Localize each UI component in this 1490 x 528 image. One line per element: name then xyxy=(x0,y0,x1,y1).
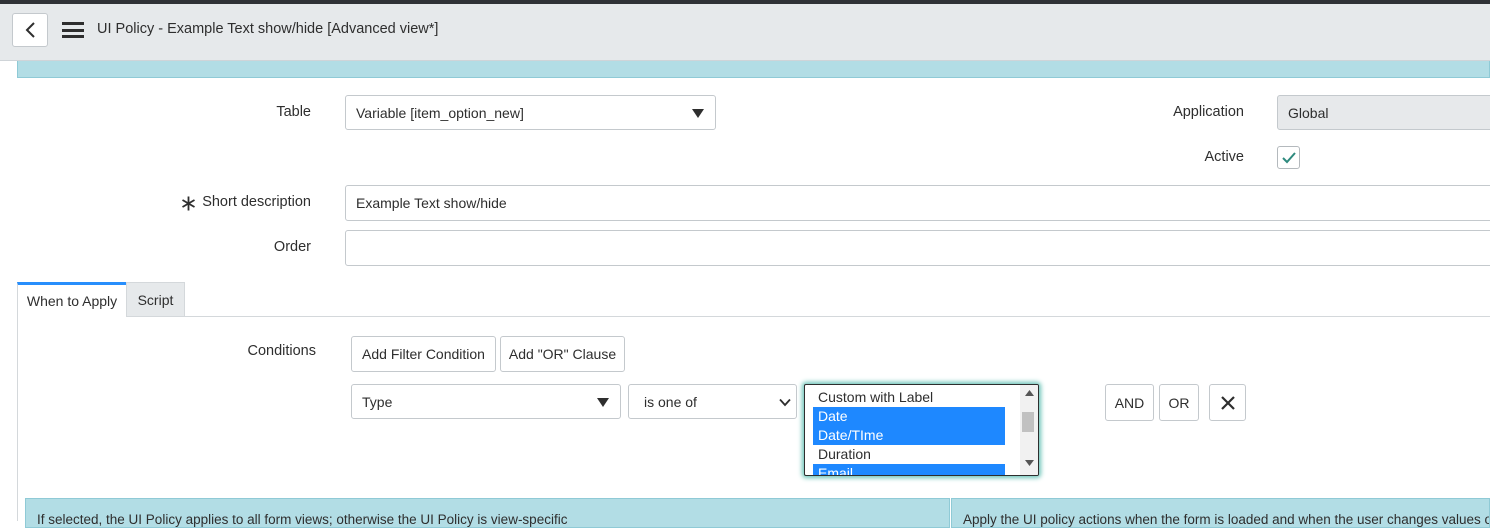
page-title: UI Policy - Example Text show/hide [Adva… xyxy=(97,21,438,37)
active-label: Active xyxy=(1204,149,1245,165)
close-icon xyxy=(1220,395,1235,410)
active-checkbox[interactable] xyxy=(1277,146,1300,169)
table-label: Table xyxy=(276,104,311,120)
and-button[interactable]: AND xyxy=(1105,384,1154,421)
short-description-value: Example Text show/hide xyxy=(356,195,507,211)
condition-operator-select[interactable]: is one of xyxy=(628,384,797,419)
conditions-label: Conditions xyxy=(247,343,316,359)
tab-script[interactable]: Script xyxy=(126,282,185,317)
record-title: UI Policy - Example Text show/hide xyxy=(97,21,324,37)
list-option[interactable]: Custom with Label xyxy=(813,388,1005,407)
form-header: UI Policy - Example Text show/hide [Adva… xyxy=(0,4,1490,61)
list-option[interactable]: Duration xyxy=(813,445,1005,464)
list-option[interactable]: Date xyxy=(813,407,1005,426)
add-or-clause-button[interactable]: Add "OR" Clause xyxy=(500,336,625,372)
delete-condition-button[interactable] xyxy=(1209,384,1246,421)
chevron-down-icon xyxy=(779,398,791,407)
tab-when-to-apply[interactable]: When to Apply xyxy=(17,282,127,317)
on-load-info-box: Apply the UI policy actions when the for… xyxy=(951,498,1490,528)
application-field: Global xyxy=(1277,95,1490,130)
short-description-label: Short description xyxy=(202,194,311,210)
table-select[interactable]: Variable [item_option_new] xyxy=(345,95,716,130)
caret-down-icon xyxy=(692,109,704,118)
tabs-divider xyxy=(17,316,1490,317)
caret-down-icon xyxy=(597,398,609,407)
table-select-value: Variable [item_option_new] xyxy=(356,104,524,121)
global-info-box: If selected, the UI Policy applies to al… xyxy=(25,498,950,528)
condition-field-value: Type xyxy=(362,393,393,410)
add-filter-condition-button[interactable]: Add Filter Condition xyxy=(351,336,496,372)
back-button[interactable] xyxy=(12,13,48,47)
list-option[interactable]: Date/TIme xyxy=(813,426,1005,445)
application-value: Global xyxy=(1288,104,1329,121)
listbox-scrollbar[interactable] xyxy=(1020,385,1038,475)
info-strip xyxy=(17,61,1490,78)
order-label: Order xyxy=(273,239,311,255)
condition-operator-value: is one of xyxy=(644,393,697,410)
chevron-left-icon xyxy=(25,22,35,38)
scroll-down-icon[interactable] xyxy=(1025,460,1034,466)
view-name: [Advanced view*] xyxy=(327,21,439,37)
condition-field-select[interactable]: Type xyxy=(351,384,621,419)
order-input[interactable] xyxy=(345,230,1490,266)
condition-value-listbox[interactable]: Custom with Label Date Date/TIme Duratio… xyxy=(804,384,1039,476)
short-description-input[interactable]: Example Text show/hide xyxy=(345,185,1490,221)
scroll-thumb[interactable] xyxy=(1022,412,1034,432)
hamburger-menu-icon[interactable] xyxy=(62,22,84,38)
list-option[interactable]: Email xyxy=(813,464,1005,475)
required-asterisk-icon xyxy=(182,196,195,211)
application-label: Application xyxy=(1173,104,1244,120)
checkmark-icon xyxy=(1281,151,1296,163)
panel-border xyxy=(17,316,18,521)
or-button[interactable]: OR xyxy=(1159,384,1199,421)
scroll-up-icon[interactable] xyxy=(1025,390,1034,396)
